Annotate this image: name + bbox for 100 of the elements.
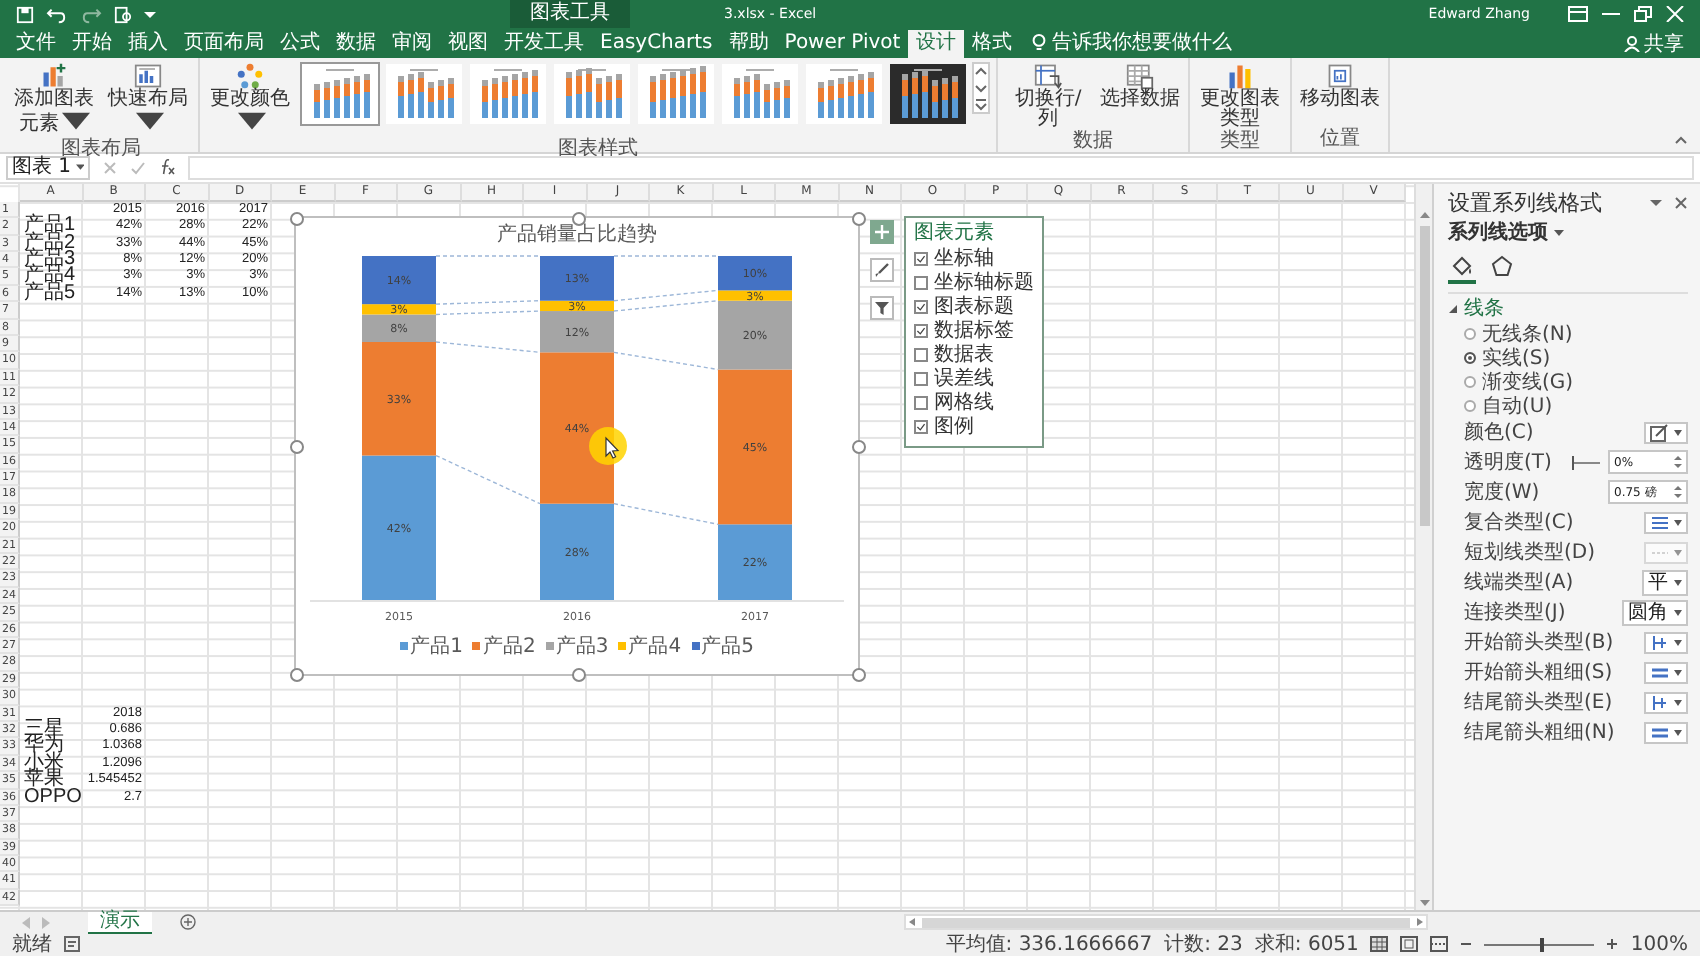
checkbox[interactable] <box>914 395 928 410</box>
resize-handle[interactable] <box>290 211 304 226</box>
spinner-icon[interactable] <box>1674 454 1682 471</box>
checkbox-label[interactable]: 图表标题 <box>934 295 1014 318</box>
checkbox[interactable] <box>914 323 928 338</box>
scroll-left-icon[interactable] <box>906 916 918 929</box>
checkbox-label[interactable]: 数据表 <box>934 343 994 366</box>
compound-type-dropdown[interactable] <box>1644 511 1688 534</box>
macro-record-icon[interactable] <box>64 936 80 953</box>
ribbon-button[interactable]: 更改图表类型 <box>1196 59 1284 132</box>
checkbox[interactable] <box>914 275 928 290</box>
average-value[interactable]: 平均值: 336.1666667 <box>945 933 1153 956</box>
ribbon-tab[interactable]: 格式 <box>964 29 1021 58</box>
ribbon-tab[interactable]: Power Pivot <box>776 29 909 58</box>
radio-button[interactable] <box>1464 352 1476 365</box>
checkbox-label[interactable]: 误差线 <box>934 367 994 390</box>
bar[interactable] <box>362 314 436 342</box>
radio-button[interactable] <box>1464 400 1476 413</box>
expanded-icon[interactable] <box>1448 304 1458 315</box>
zoom-in-icon[interactable] <box>1606 938 1619 951</box>
scrollbar-thumb[interactable] <box>1419 225 1429 526</box>
ribbon-tab[interactable]: 公式 <box>272 29 328 58</box>
checkbox-label[interactable]: 坐标轴 <box>934 247 994 270</box>
caret-icon[interactable] <box>144 8 156 20</box>
checkbox-label[interactable]: 坐标轴标题 <box>934 271 1034 294</box>
fill-line-tab[interactable] <box>1448 251 1476 284</box>
close-icon[interactable] <box>1674 196 1688 211</box>
page-layout-icon[interactable] <box>1400 936 1419 953</box>
zoom-out-icon[interactable] <box>1460 938 1473 951</box>
name-box[interactable]: 图表 1 <box>6 155 90 180</box>
gallery-scrollbar[interactable] <box>972 61 990 114</box>
ribbon-tab[interactable]: 视图 <box>440 29 496 58</box>
scroll-down-icon[interactable] <box>974 79 988 96</box>
bar[interactable] <box>540 300 614 311</box>
scroll-up-icon[interactable] <box>974 63 988 80</box>
radio-button[interactable] <box>1464 328 1476 341</box>
ribbon-tab[interactable]: 设计 <box>908 29 965 58</box>
ribbon-button[interactable]: 添加图表元素 <box>10 59 98 140</box>
scroll-right-icon[interactable] <box>1414 916 1426 929</box>
radio-label[interactable]: 渐变线(G) <box>1482 371 1574 394</box>
resize-handle[interactable] <box>290 667 304 682</box>
sheet-tab[interactable]: 演示 <box>88 911 152 934</box>
resize-handle[interactable] <box>852 667 866 682</box>
collapse-ribbon-icon[interactable] <box>1674 133 1688 146</box>
restore-icon[interactable] <box>1634 6 1652 22</box>
normal-view-icon[interactable] <box>1370 936 1389 953</box>
bar[interactable] <box>362 255 436 304</box>
sum-value[interactable]: 求和: 6051 <box>1254 933 1359 956</box>
add-sheet-icon[interactable] <box>180 914 196 931</box>
section-header[interactable]: 线条 <box>1464 297 1504 322</box>
bar[interactable] <box>362 303 436 315</box>
chart-style-thumbnail[interactable] <box>636 61 716 126</box>
radio-label[interactable]: 实线(S) <box>1482 347 1551 370</box>
function-icon[interactable] <box>158 158 176 177</box>
checkbox[interactable] <box>914 419 928 434</box>
ribbon-tab[interactable]: 数据 <box>328 29 384 58</box>
caret-icon[interactable] <box>1650 198 1662 209</box>
bar[interactable] <box>718 255 792 291</box>
ribbon-tab[interactable]: 开发工具 <box>496 29 592 58</box>
chart-style-thumbnail[interactable] <box>888 61 968 126</box>
arrow-size-dropdown[interactable] <box>1644 721 1688 744</box>
arrow-size-dropdown[interactable] <box>1644 661 1688 684</box>
print-preview-icon[interactable] <box>114 5 132 23</box>
radio-button[interactable] <box>1464 376 1476 389</box>
ribbon-button[interactable]: 快速布局 <box>104 59 192 140</box>
ribbon-tab[interactable]: 开始 <box>64 29 120 58</box>
chart-styles-button[interactable] <box>870 257 894 282</box>
horizontal-scrollbar[interactable] <box>904 914 1428 931</box>
checkbox-label[interactable]: 图例 <box>934 415 974 438</box>
arrow-type-dropdown[interactable] <box>1644 631 1688 654</box>
ribbon-button[interactable]: 切换行/列 <box>1004 59 1092 132</box>
chart-style-thumbnail[interactable] <box>300 61 380 126</box>
more-icon[interactable] <box>974 95 988 112</box>
vertical-scrollbar[interactable] <box>1414 183 1432 910</box>
ribbon-button[interactable]: 更改颜色 <box>206 59 294 140</box>
ribbon-display-icon[interactable] <box>1568 6 1588 22</box>
select-field[interactable]: 圆角 <box>1622 599 1688 626</box>
ribbon-button[interactable]: 移动图表 <box>1298 59 1382 112</box>
chart-elements-button[interactable] <box>870 219 894 244</box>
check-icon[interactable] <box>130 159 146 176</box>
checkbox-label[interactable]: 网格线 <box>934 391 994 414</box>
bar[interactable] <box>718 290 792 301</box>
resize-handle[interactable] <box>290 439 304 454</box>
ribbon-tab[interactable]: 插入 <box>120 29 176 58</box>
page-break-icon[interactable] <box>1430 936 1449 953</box>
zoom-level[interactable]: 100% <box>1630 933 1688 956</box>
spinner-icon[interactable] <box>1674 484 1682 501</box>
checkbox[interactable] <box>914 251 928 266</box>
redo-icon[interactable] <box>80 5 102 23</box>
ribbon-tab[interactable]: 审阅 <box>384 29 440 58</box>
color-dropdown[interactable] <box>1644 421 1688 444</box>
lightbulb-icon[interactable] <box>1032 34 1047 53</box>
bar[interactable] <box>540 255 614 301</box>
tell-me-field[interactable]: 告诉我你想要做什么 <box>1052 30 1233 57</box>
radio-label[interactable]: 自动(U) <box>1482 395 1553 418</box>
share-button[interactable]: 共享 <box>1624 29 1684 58</box>
chart-style-thumbnail[interactable] <box>720 61 800 126</box>
ribbon-tab[interactable]: EasyCharts <box>592 29 721 58</box>
resize-handle[interactable] <box>571 667 585 682</box>
radio-label[interactable]: 无线条(N) <box>1482 323 1573 346</box>
